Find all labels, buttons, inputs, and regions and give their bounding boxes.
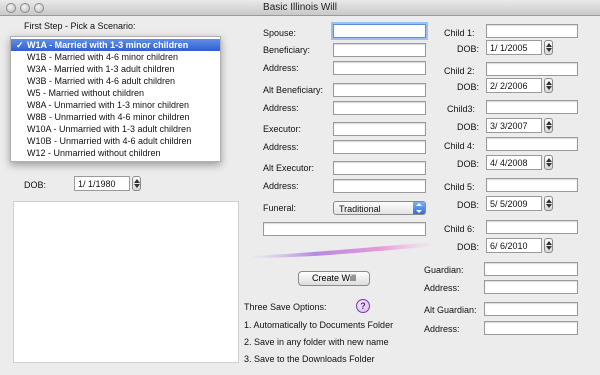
funeral-details-input[interactable] [263,222,426,236]
child-3-dob-stepper[interactable] [544,118,553,133]
checkmark-icon: ✓ [16,40,24,50]
beneficiary-input[interactable] [333,43,426,57]
executor-label: Executor: [263,124,302,134]
beneficiary-label: Beneficiary: [263,45,311,55]
testator-dob-field[interactable]: 1/ 1/1980 [74,176,130,191]
child-2-dob-label: DOB: [457,82,480,92]
alt-beneficiary-label: Alt Beneficiary: [263,85,324,95]
preview-area [13,201,239,363]
guardian-address-input[interactable] [484,280,578,294]
scenario-option[interactable]: W1B - Married with 4-6 minor children [11,51,220,63]
child-1-dob-label: DOB: [457,44,480,54]
child-4-dob-label: DOB: [457,159,480,169]
child-5-dob-stepper[interactable] [544,196,553,211]
child-5-input[interactable] [486,178,578,192]
save-option-3: 3. Save to the Downloads Folder [244,354,375,364]
child-3-dob-label: DOB: [457,122,480,132]
alt-guardian-address-label: Address: [424,324,460,334]
child-5-label: Child 5: [444,182,475,192]
child-3-input[interactable] [486,100,578,114]
save-option-1: 1. Automatically to Documents Folder [244,320,394,330]
scenario-option[interactable]: W8B - Unmarried with 4-6 minor children [11,111,220,123]
child-6-label: Child 6: [444,224,475,234]
alt-executor-address-label: Address: [263,181,299,191]
stepper-up-icon[interactable] [134,179,140,183]
window-title: Basic Illinois Will [263,2,337,13]
scenario-option[interactable]: W8A - Unmarried with 1-3 minor children [11,99,220,111]
select-arrows-icon [413,202,425,214]
scenario-menu[interactable]: ✓ W1A - Married with 1-3 minor children … [10,36,221,162]
child-2-dob-stepper[interactable] [544,78,553,93]
beneficiary-address-input[interactable] [333,61,426,75]
executor-input[interactable] [333,122,426,136]
title-bar: Basic Illinois Will [0,0,600,16]
executor-address-input[interactable] [333,140,426,154]
alt-guardian-label: Alt Guardian: [424,305,477,315]
create-will-button[interactable]: Create Will [298,271,370,286]
alt-beneficiary-input[interactable] [333,83,426,97]
scenario-option[interactable]: ✓ W1A - Married with 1-3 minor children [11,39,220,51]
child-6-dob-field[interactable]: 6/ 6/2010 [486,238,542,253]
child-6-dob-stepper[interactable] [544,238,553,253]
executor-address-label: Address: [263,142,299,152]
spouse-input[interactable] [333,24,426,38]
guardian-label: Guardian: [424,265,464,275]
child-1-input[interactable] [486,24,578,38]
spouse-label: Spouse: [263,28,297,38]
alt-executor-input[interactable] [333,161,426,175]
alt-beneficiary-address-input[interactable] [333,101,426,115]
child-3-dob-field[interactable]: 3/ 3/2007 [486,118,542,133]
child-3-label: Child3: [447,104,476,114]
alt-guardian-input[interactable] [484,302,578,316]
guardian-input[interactable] [484,262,578,276]
child-1-label: Child 1: [444,28,475,38]
scenario-option[interactable]: W3A - Married with 1-3 adult children [11,63,220,75]
funeral-select[interactable]: Traditional [333,201,426,215]
alt-guardian-address-input[interactable] [484,321,578,335]
child-6-input[interactable] [486,220,578,234]
help-icon[interactable]: ? [356,299,370,313]
save-option-2: 2. Save in any folder with new name [244,337,389,347]
child-4-dob-stepper[interactable] [544,155,553,170]
testator-dob-stepper[interactable] [132,176,141,191]
child-1-dob-stepper[interactable] [544,40,553,55]
child-6-dob-label: DOB: [457,242,480,252]
alt-beneficiary-address-label: Address: [263,103,299,113]
child-1-dob-field[interactable]: 1/ 1/2005 [486,40,542,55]
child-2-input[interactable] [486,62,578,76]
scenario-option[interactable]: W5 - Married without children [11,87,220,99]
child-5-dob-label: DOB: [457,200,480,210]
alt-executor-address-input[interactable] [333,179,426,193]
guardian-address-label: Address: [424,283,460,293]
child-2-label: Child 2: [444,66,475,76]
decorative-swash-icon [250,242,436,258]
scenario-option[interactable]: W10B - Unmarried with 4-6 adult children [11,135,220,147]
scenario-option[interactable]: W3B - Married with 4-6 adult children [11,75,220,87]
scenario-heading: First Step - Pick a Scenario: [24,21,136,31]
testator-dob-label: DOB: [24,180,47,190]
child-5-dob-field[interactable]: 5/ 5/2009 [486,196,542,211]
child-2-dob-field[interactable]: 2/ 2/2006 [486,78,542,93]
scenario-option[interactable]: W10A - Unmarried with 1-3 adult children [11,123,220,135]
beneficiary-address-label: Address: [263,63,299,73]
child-4-label: Child 4: [444,141,475,151]
child-4-dob-field[interactable]: 4/ 4/2008 [486,155,542,170]
scenario-option[interactable]: W12 - Unmarried without children [11,147,220,159]
alt-executor-label: Alt Executor: [263,163,315,173]
stepper-down-icon[interactable] [134,184,140,188]
funeral-label: Funeral: [263,203,297,213]
save-options-heading: Three Save Options: [244,302,327,312]
child-4-input[interactable] [486,137,578,151]
